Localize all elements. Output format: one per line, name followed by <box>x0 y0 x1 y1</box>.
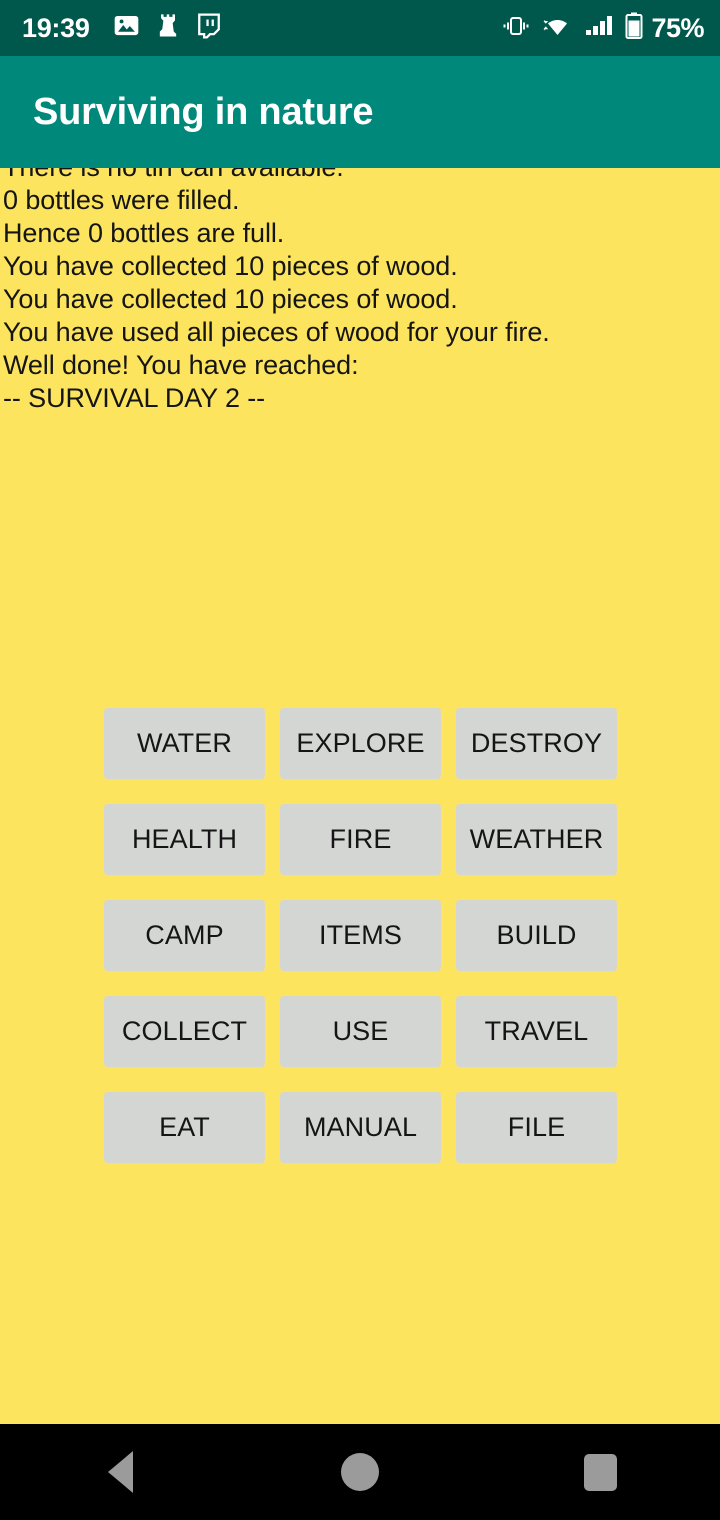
log-line: You have used all pieces of wood for you… <box>3 317 550 347</box>
twitch-icon <box>196 12 222 44</box>
log-line: 0 bottles were filled. <box>3 185 240 215</box>
nav-back-button[interactable] <box>60 1424 180 1520</box>
eat-button[interactable]: EAT <box>104 1092 265 1163</box>
wifi-icon <box>541 13 575 44</box>
app-title: Surviving in nature <box>33 91 374 133</box>
chess-rook-icon <box>157 12 179 45</box>
camp-button[interactable]: CAMP <box>104 900 265 971</box>
nav-home-button[interactable] <box>300 1424 420 1520</box>
log-line-list: There is no tin can available. 0 bottles… <box>3 168 717 415</box>
status-notification-icons <box>113 12 222 45</box>
cellular-signal-icon <box>585 14 615 43</box>
manual-button[interactable]: MANUAL <box>280 1092 441 1163</box>
file-button[interactable]: FILE <box>456 1092 617 1163</box>
destroy-button[interactable]: DESTROY <box>456 708 617 779</box>
app-bar: Surviving in nature <box>0 56 720 168</box>
log-line: -- SURVIVAL DAY 2 -- <box>3 383 266 413</box>
vibrate-icon <box>501 14 531 43</box>
log-line: Well done! You have reached: <box>3 350 359 380</box>
photos-icon <box>113 12 140 44</box>
log-line: You have collected 10 pieces of wood. <box>3 284 458 314</box>
collect-button[interactable]: COLLECT <box>104 996 265 1067</box>
home-circle-icon <box>341 1453 379 1491</box>
items-button[interactable]: ITEMS <box>280 900 441 971</box>
action-button-grid: WATER EXPLORE DESTROY HEALTH FIRE WEATHE… <box>104 708 617 1163</box>
back-triangle-icon <box>107 1451 133 1493</box>
log-line: Hence 0 bottles are full. <box>3 218 285 248</box>
weather-button[interactable]: WEATHER <box>456 804 617 875</box>
log-line: You have collected 10 pieces of wood. <box>3 251 458 281</box>
battery-percentage: 75% <box>651 12 704 43</box>
log-line: There is no tin can available. <box>3 168 717 184</box>
use-button[interactable]: USE <box>280 996 441 1067</box>
status-bar: 19:39 75% <box>0 0 720 56</box>
android-navigation-bar <box>0 1424 720 1520</box>
nav-recents-button[interactable] <box>540 1424 660 1520</box>
phone-screen: 19:39 75% Surviving in nature 0 bottles … <box>0 0 720 1520</box>
health-button[interactable]: HEALTH <box>104 804 265 875</box>
travel-button[interactable]: TRAVEL <box>456 996 617 1067</box>
recents-square-icon <box>583 1453 617 1491</box>
game-log-output[interactable]: There is no tin can available. 0 bottles… <box>0 168 720 688</box>
build-button[interactable]: BUILD <box>456 900 617 971</box>
explore-button[interactable]: EXPLORE <box>280 708 441 779</box>
fire-button[interactable]: FIRE <box>280 804 441 875</box>
water-button[interactable]: WATER <box>104 708 265 779</box>
battery-icon <box>625 12 643 45</box>
status-clock: 19:39 <box>22 12 90 43</box>
status-system-icons: 75% <box>501 12 704 45</box>
